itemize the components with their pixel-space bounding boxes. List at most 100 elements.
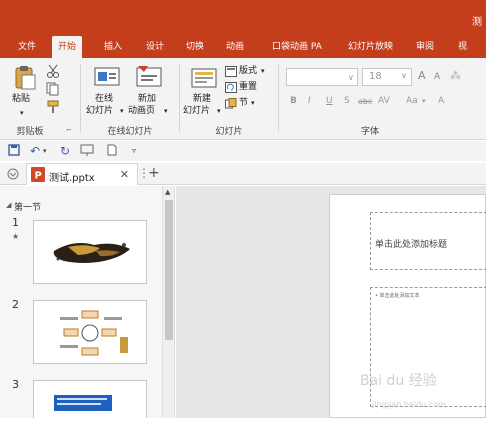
tab-file[interactable]: 文件 (12, 36, 42, 58)
scroll-up-icon[interactable]: ▲ (165, 188, 170, 196)
section-icon (225, 98, 237, 109)
undo-dropdown-icon[interactable]: ▾ (43, 144, 47, 158)
new-slide-label-1[interactable]: 新建 (193, 94, 211, 105)
tab-transitions[interactable]: 切换 (180, 36, 210, 58)
tab-home[interactable]: 开始 (52, 36, 83, 58)
customize-qat-icon[interactable]: ▿ (132, 144, 136, 158)
ribbon-separator (278, 64, 279, 132)
shrink-font-button[interactable]: A (434, 72, 440, 83)
layout-dropdown-icon[interactable]: ▾ (261, 66, 265, 77)
font-size-select[interactable]: 18 ∨ (362, 68, 412, 86)
tab-view[interactable]: 视 (452, 36, 473, 58)
ribbon: 粘贴 ▾ 剪贴板 ⌐ 在线 幻灯片 ▾ 新加 动画页 ▾ 在线幻灯片 新建 幻灯… (0, 58, 486, 140)
section-title[interactable]: 第一节 (14, 200, 41, 213)
online-slides-dropdown-icon[interactable]: ▾ (120, 106, 124, 117)
slide-thumbnail-1[interactable] (33, 220, 147, 284)
ribbon-separator (80, 64, 81, 132)
tab-insert[interactable]: 插入 (98, 36, 128, 58)
title-bar: 测 (0, 0, 486, 36)
online-slides-group: 在线 幻灯片 ▾ 新加 动画页 ▾ 在线幻灯片 (82, 58, 178, 140)
layout-button[interactable]: 版式 (239, 66, 257, 77)
title-placeholder-text: 单击此处添加标题 (375, 240, 448, 250)
new-animation-page-button[interactable]: 动画页 (128, 106, 155, 117)
bold-button[interactable]: B (290, 96, 297, 107)
new-slide-button[interactable]: 幻灯片 (183, 106, 210, 117)
watermark-url: jingyan.baidu.com (372, 400, 446, 409)
section-collapse-icon[interactable]: ◢ (6, 201, 11, 209)
shadow-button[interactable]: S (344, 96, 350, 107)
online-slides-label-1[interactable]: 在线 (95, 94, 113, 105)
clear-format-icon[interactable]: ⁂ (450, 70, 461, 81)
new-animation-label-1[interactable]: 新加 (138, 94, 156, 105)
undo-icon[interactable]: ↶ (30, 144, 40, 158)
save-icon[interactable] (8, 144, 20, 158)
font-size-dropdown-icon[interactable]: ∨ (401, 71, 407, 80)
clipboard-launcher-icon[interactable]: ⌐ (66, 125, 72, 136)
strikethrough-button[interactable]: abc (358, 96, 372, 107)
layout-icon (225, 66, 237, 77)
slide-1-image (53, 243, 130, 263)
quick-access-toolbar: ↶ ▾ ↻ ▿ (0, 141, 486, 161)
font-group-label: 字体 (360, 127, 379, 137)
slide-thumbnail-2[interactable] (33, 300, 147, 364)
change-case-dropdown-icon[interactable]: ▾ (422, 96, 426, 107)
tab-slideshow[interactable]: 幻灯片放映 (342, 36, 399, 58)
slide-number: 2 (12, 298, 19, 311)
change-case-button[interactable]: Aa (406, 96, 418, 107)
font-size-value: 18 (369, 71, 382, 82)
section-dropdown-icon[interactable]: ▾ (251, 98, 255, 109)
tab-design[interactable]: 设计 (140, 36, 170, 58)
tab-review[interactable]: 审阅 (410, 36, 440, 58)
clipboard-group: 粘贴 ▾ 剪贴板 ⌐ (0, 58, 80, 140)
paste-dropdown-icon[interactable]: ▾ (20, 108, 24, 119)
thumbnail-scrollbar[interactable]: ▲ (162, 186, 174, 418)
font-color-button[interactable]: A (438, 96, 444, 107)
font-name-dropdown-icon[interactable]: ∨ (348, 72, 354, 83)
slide-thumbnail-pane: ◢ 第一节 1 ★ 2 3 ▲ (0, 186, 175, 420)
new-animation-dropdown-icon[interactable]: ▾ (164, 106, 168, 117)
new-file-icon[interactable] (106, 144, 118, 158)
cut-icon[interactable] (46, 64, 60, 78)
character-spacing-button[interactable]: AV (378, 96, 390, 107)
clipboard-group-label: 剪贴板 (16, 127, 44, 137)
section-button[interactable]: 节 (239, 98, 248, 109)
title-placeholder[interactable]: 单击此处添加标题 (370, 212, 486, 270)
online-slides-icon[interactable] (94, 66, 120, 88)
close-tab-icon[interactable]: ✕ (120, 168, 129, 181)
document-tabs: P 测试.pptx ✕ ⋮ + (0, 163, 486, 185)
online-slides-group-label: 在线幻灯片 (107, 127, 153, 137)
tab-list-icon[interactable] (6, 167, 20, 181)
new-animation-page-icon[interactable] (136, 64, 162, 88)
paste-icon[interactable] (12, 64, 38, 90)
new-slide-dropdown-icon[interactable]: ▾ (217, 106, 221, 117)
slide-3-preview (54, 395, 112, 411)
paste-button[interactable]: 粘贴 (12, 94, 30, 105)
start-slideshow-icon[interactable] (80, 144, 94, 158)
slide-2-diagram (60, 310, 128, 356)
italic-button[interactable]: I (308, 96, 311, 107)
slide-number: 3 (12, 378, 19, 391)
scrollbar-thumb[interactable] (165, 200, 173, 340)
grow-font-button[interactable]: A (418, 70, 426, 81)
ribbon-separator (179, 64, 180, 132)
document-tab[interactable]: P 测试.pptx ✕ (26, 163, 138, 185)
reset-icon (225, 82, 237, 93)
slide-thumbnail-3[interactable] (33, 380, 147, 420)
format-painter-icon[interactable] (46, 100, 60, 114)
svg-text:P: P (35, 171, 42, 182)
underline-button[interactable]: U (326, 96, 333, 107)
font-group: ∨ 18 ∨ A A ⁂ B I U S abc AV Aa ▾ A 字体 (280, 58, 486, 140)
slides-group: 新建 幻灯片 ▾ 版式 ▾ 重置 节 ▾ 幻灯片 (181, 58, 277, 140)
new-tab-icon[interactable]: + (148, 165, 160, 181)
tab-pocket-animation[interactable]: 口袋动画 PA (266, 36, 328, 58)
redo-icon[interactable]: ↻ (60, 144, 70, 158)
reset-button[interactable]: 重置 (239, 82, 257, 93)
new-slide-icon[interactable] (191, 64, 217, 90)
status-strip (0, 418, 486, 428)
watermark-logo: Bai du 经验 (360, 373, 437, 389)
online-slides-button[interactable]: 幻灯片 (86, 106, 113, 117)
window-title: 测 (472, 17, 482, 28)
content-placeholder-text: • 单击此处添加文本 (375, 293, 420, 299)
copy-icon[interactable] (46, 82, 62, 96)
tab-animations[interactable]: 动画 (220, 36, 250, 58)
